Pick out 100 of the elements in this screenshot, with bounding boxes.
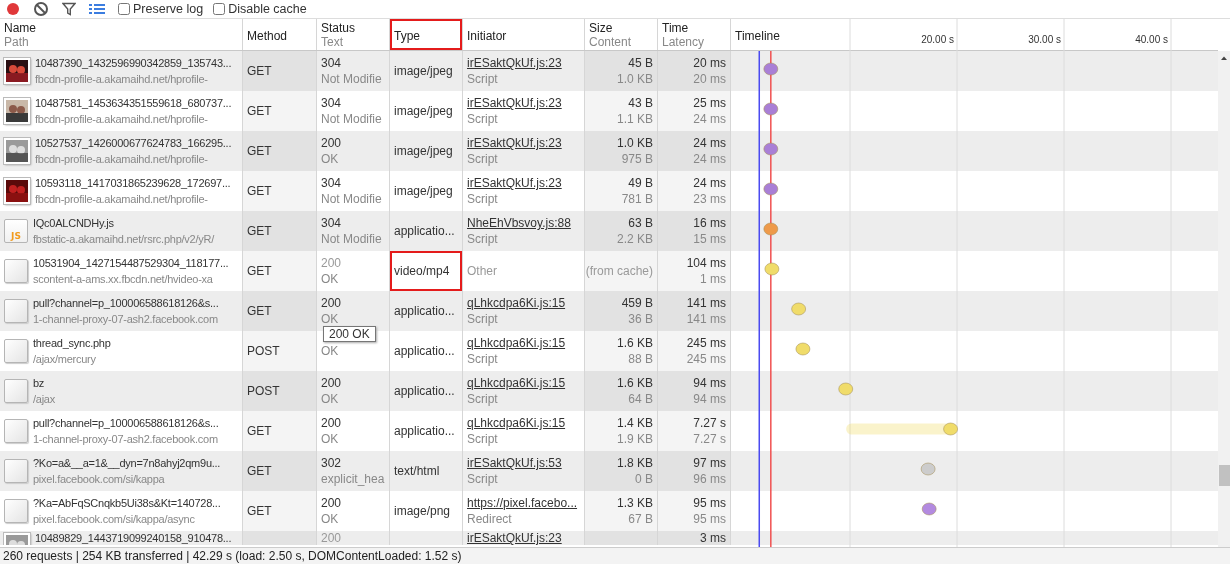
initiator-type: Script xyxy=(467,431,499,448)
time-text: 3 ms xyxy=(700,531,726,546)
tick-label: 40.00 s xyxy=(1135,34,1168,46)
content-size: 1.0 KB xyxy=(616,71,653,88)
tick-label: 20.00 s xyxy=(921,34,954,46)
method-text: GET xyxy=(247,423,273,440)
status-text: OK xyxy=(321,311,340,328)
latency-text: 96 ms xyxy=(693,471,726,488)
status-text: Not Modifie xyxy=(321,111,383,128)
size-text: (from cache) xyxy=(585,263,653,280)
initiator-link[interactable]: NheEhVbsvoy.js:88 xyxy=(467,215,580,232)
method-text: POST xyxy=(247,383,281,400)
table-row[interactable]: 10487390_1432596990342859_135743... fbcdn-profile-a.akamaihd.net/hprofile- GET 304 Not Modifie image/jpeg irESaktQkUf.js:23 Script 45 B 1.0 KB 20 ms 20 ms xyxy=(0,51,1218,92)
column-title[interactable]: Time xyxy=(662,20,689,35)
file-type-label: JS xyxy=(11,231,21,242)
status-text: OK xyxy=(321,391,340,408)
time-text: 95 ms xyxy=(693,495,726,512)
size-text: 45 B xyxy=(628,55,653,72)
table-row[interactable]: 10527537_1426000677624783_166295... fbcdn-profile-a.akamaihd.net/hprofile- GET 200 OK image/jpeg irESaktQkUf.js:23 Script 1.0 KB 975 B 24 ms 24 ms xyxy=(0,131,1218,172)
initiator-link[interactable]: irESaktQkUf.js:23 xyxy=(467,175,580,192)
file-name: thread_sync.php xyxy=(33,336,111,352)
initiator-type: Script xyxy=(467,391,499,408)
file-path: fbcdn-profile-a.akamaihd.net/hprofile- xyxy=(35,152,209,168)
content-size: 975 B xyxy=(621,151,653,168)
initiator-link[interactable]: qLhkcdpa6Ki.js:15 xyxy=(467,295,580,312)
initiator-type: Redirect xyxy=(467,511,513,528)
size-text: 43 B xyxy=(628,95,653,112)
status-text: OK xyxy=(321,511,340,528)
initiator-link[interactable]: irESaktQkUf.js:53 xyxy=(467,455,580,472)
column-subtitle[interactable]: Text xyxy=(321,34,343,49)
content-size: 64 B xyxy=(628,391,653,408)
status-code: 304 xyxy=(321,175,343,192)
time-text: 245 ms xyxy=(686,335,726,352)
latency-text: 95 ms xyxy=(693,511,726,528)
column-subtitle[interactable]: Content xyxy=(589,34,632,49)
file-name: 10487390_1432596990342859_135743... xyxy=(35,56,232,72)
initiator-type: Script xyxy=(467,471,499,488)
file-path: fbcdn-profile-a.akamaihd.net/hprofile- xyxy=(35,72,209,88)
initiator-link[interactable]: qLhkcdpa6Ki.js:15 xyxy=(467,415,580,432)
type-text: applicatio... xyxy=(394,423,456,440)
file-name: 10593118_1417031865239628_172697... xyxy=(35,176,231,192)
checkbox-label: Disable cache xyxy=(228,2,307,17)
initiator-link[interactable]: irESaktQkUf.js:23 xyxy=(467,55,580,72)
method-text: GET xyxy=(247,463,273,480)
column-title[interactable]: Status xyxy=(321,20,356,35)
status-code: 304 xyxy=(321,95,343,112)
column-title[interactable]: Name xyxy=(4,20,36,35)
status-text: explicit_hea xyxy=(321,471,385,488)
latency-text: 24 ms xyxy=(693,111,726,128)
initiator-type: Script xyxy=(467,151,499,168)
content-size: 88 B xyxy=(628,351,653,368)
status-text: OK xyxy=(321,431,340,448)
initiator-link[interactable]: qLhkcdpa6Ki.js:15 xyxy=(467,375,580,392)
type-text: applicatio... xyxy=(394,303,456,320)
file-name: bz xyxy=(33,376,46,392)
file-name: 10487581_1453634351559618_680737... xyxy=(35,96,232,112)
file-name: ?Ko=a&__a=1&__dyn=7n8ahyj2qm9u... xyxy=(33,456,221,472)
content-size: 2.2 KB xyxy=(616,231,653,248)
initiator-type: Script xyxy=(467,231,499,248)
column-subtitle[interactable]: Latency xyxy=(662,34,705,49)
content-size: 781 B xyxy=(621,191,653,208)
table-row[interactable]: JS IQc0ALCNDHy.js fbstatic-a.akamaihd.net/rsrc.php/v2/yR/ GET 304 Not Modifie applicatio... NheEhVbsvoy.js:88 Script 63 B 2.2 KB 16 ms 15 ms xyxy=(0,211,1218,252)
latency-text: 20 ms xyxy=(693,71,726,88)
time-text: 141 ms xyxy=(686,295,726,312)
initiator-link[interactable]: qLhkcdpa6Ki.js:15 xyxy=(467,335,580,352)
latency-text: 23 ms xyxy=(693,191,726,208)
type-text: image/jpeg xyxy=(394,103,454,120)
table-row[interactable]: bz /ajax POST 200 OK applicatio... qLhkcdpa6Ki.js:15 Script 1.6 KB 64 B 94 ms 94 ms xyxy=(0,371,1218,412)
column-title[interactable]: Timeline xyxy=(735,28,780,43)
initiator-link[interactable]: irESaktQkUf.js:23 xyxy=(467,135,580,152)
method-text: GET xyxy=(247,103,273,120)
column-title[interactable]: Size xyxy=(589,20,613,35)
status-summary: 260 requests | 254 KB transferred | 42.29 s (load: 2.50 s, DOMContentLoaded: 1.52 s) xyxy=(3,548,462,563)
column-title[interactable]: Type xyxy=(394,28,420,43)
file-name: ?Ka=AbFqSCnqkb5Ui38s&Kt=140728... xyxy=(33,496,221,512)
column-title[interactable]: Method xyxy=(247,28,288,43)
table-row[interactable]: 10489829_1443719099240158_910478... 200 irESaktQkUf.js:23 3 ms xyxy=(0,531,1218,546)
file-name: pull?channel=p_100006588618126&s... xyxy=(33,296,219,312)
status-text: OK xyxy=(321,343,340,360)
status-code: 200 xyxy=(321,295,343,312)
initiator-type: Script xyxy=(467,311,499,328)
time-text: 16 ms xyxy=(693,215,726,232)
status-text: Not Modifie xyxy=(321,231,383,248)
initiator-link[interactable]: irESaktQkUf.js:23 xyxy=(467,531,580,546)
status-code: 304 xyxy=(321,215,343,232)
size-text: 49 B xyxy=(628,175,653,192)
latency-text: 245 ms xyxy=(686,351,726,368)
content-size: 36 B xyxy=(628,311,653,328)
column-title[interactable]: Initiator xyxy=(467,28,507,43)
size-text: 1.4 KB xyxy=(616,415,653,432)
initiator-link[interactable]: https://pixel.facebo... xyxy=(467,495,580,512)
type-text: image/jpeg xyxy=(394,143,454,160)
status-code: 200 xyxy=(321,255,343,272)
latency-text: 7.27 s xyxy=(693,431,726,448)
column-subtitle[interactable]: Path xyxy=(4,34,29,49)
initiator-link[interactable]: irESaktQkUf.js:23 xyxy=(467,95,580,112)
type-text: applicatio... xyxy=(394,223,456,240)
method-text: POST xyxy=(247,343,281,360)
size-text: 1.8 KB xyxy=(616,455,653,472)
file-path: 1-channel-proxy-07-ash2.facebook.com xyxy=(33,432,219,448)
